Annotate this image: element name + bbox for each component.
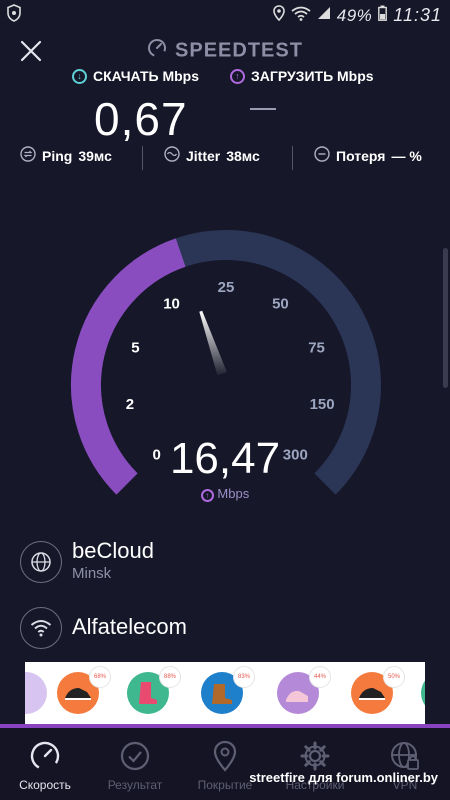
speed-unit: ↑ Mbps	[0, 486, 450, 502]
globe-icon[interactable]	[20, 541, 62, 583]
server-location: Minsk	[72, 565, 112, 582]
loss-icon	[314, 146, 330, 165]
ad-product-image[interactable]	[421, 672, 425, 714]
status-bar: 49% 11:31	[0, 0, 450, 30]
gauge-tick-label: 50	[272, 296, 289, 313]
ad-banner[interactable]: 68% 88% 83% 44% 50%	[25, 662, 425, 724]
watermark: streetfire для forum.onliner.by	[249, 770, 438, 785]
gauge-needle	[199, 310, 227, 376]
metrics-divider	[292, 146, 293, 170]
nav-label: Результат	[107, 778, 163, 792]
discount-badge: 68%	[89, 666, 111, 688]
jitter-metric: Jitter 38мс	[164, 146, 260, 165]
nav-item-results[interactable]: Результат	[90, 738, 180, 792]
jitter-label: Jitter	[186, 147, 221, 164]
globe-lock-icon	[360, 738, 450, 774]
ping-metric: Ping 39мс	[20, 146, 112, 165]
download-arrow-icon: ↓	[72, 68, 87, 84]
bottom-nav: Скорость Результат Покрытие Настройки VP…	[0, 728, 450, 800]
gauge-tick-label: 25	[218, 279, 235, 296]
location-icon	[272, 5, 285, 26]
upload-value-dash	[250, 108, 276, 110]
upload-arrow-icon: ↑	[230, 68, 245, 84]
scrollbar[interactable]	[443, 248, 448, 388]
page-title: SPEEDTEST	[0, 38, 450, 64]
ping-icon	[20, 146, 36, 165]
jitter-icon	[164, 146, 180, 165]
discount-badge: 44%	[309, 666, 331, 688]
upload-label-text: ЗАГРУЗИТЬ Mbps	[251, 68, 374, 84]
gauge-tick-label: 5	[131, 339, 139, 356]
title-text: SPEEDTEST	[175, 39, 303, 62]
loss-value: — %	[391, 147, 422, 164]
server-name[interactable]: beCloud	[72, 538, 154, 564]
battery-percent: 49%	[336, 5, 373, 25]
discount-badge: 50%	[383, 666, 405, 688]
download-label: ↓ СКАЧАТЬ Mbps	[72, 68, 199, 84]
nav-item-speed[interactable]: Скорость	[0, 738, 90, 792]
loss-label: Потеря	[336, 147, 386, 164]
status-right: 49% 11:31	[272, 5, 442, 26]
isp-name[interactable]: Alfatelecom	[72, 614, 187, 640]
shield-icon	[6, 4, 22, 27]
download-label-text: СКАЧАТЬ Mbps	[93, 68, 200, 84]
signal-icon	[317, 6, 331, 25]
jitter-value: 38мс	[226, 147, 260, 164]
gear-icon	[270, 738, 360, 774]
discount-badge: 88%	[159, 666, 181, 688]
download-value: 0,67	[94, 93, 188, 145]
wifi-status-icon	[291, 6, 311, 26]
clock: 11:31	[393, 5, 442, 25]
gauge-tick-label: 10	[163, 296, 180, 313]
metrics-divider	[142, 146, 143, 170]
speedtest-logo-icon	[147, 38, 167, 64]
discount-badge: 83%	[233, 666, 255, 688]
wifi-icon[interactable]	[20, 607, 62, 649]
gauge-tick-label: 2	[126, 396, 134, 413]
upload-arrow-icon: ↑	[200, 489, 214, 502]
check-circle-icon	[90, 738, 180, 774]
ad-product-image[interactable]	[25, 672, 47, 714]
metrics-row: Ping 39мс Jitter 38мс Потеря — %	[0, 146, 450, 170]
loss-metric: Потеря — %	[314, 146, 422, 165]
speedometer-icon	[0, 738, 90, 774]
battery-icon	[378, 5, 388, 26]
gauge-tick-label: 150	[310, 396, 335, 413]
speed-unit-text: Mbps	[217, 486, 250, 501]
map-pin-icon	[180, 738, 270, 774]
gauge-tick-label: 75	[308, 339, 325, 356]
current-speed: 16,47	[169, 434, 281, 483]
upload-label: ↑ ЗАГРУЗИТЬ Mbps	[230, 68, 374, 84]
nav-label: Скорость	[19, 778, 71, 792]
ping-label: Ping	[42, 147, 73, 164]
ping-value: 39мс	[78, 147, 112, 164]
